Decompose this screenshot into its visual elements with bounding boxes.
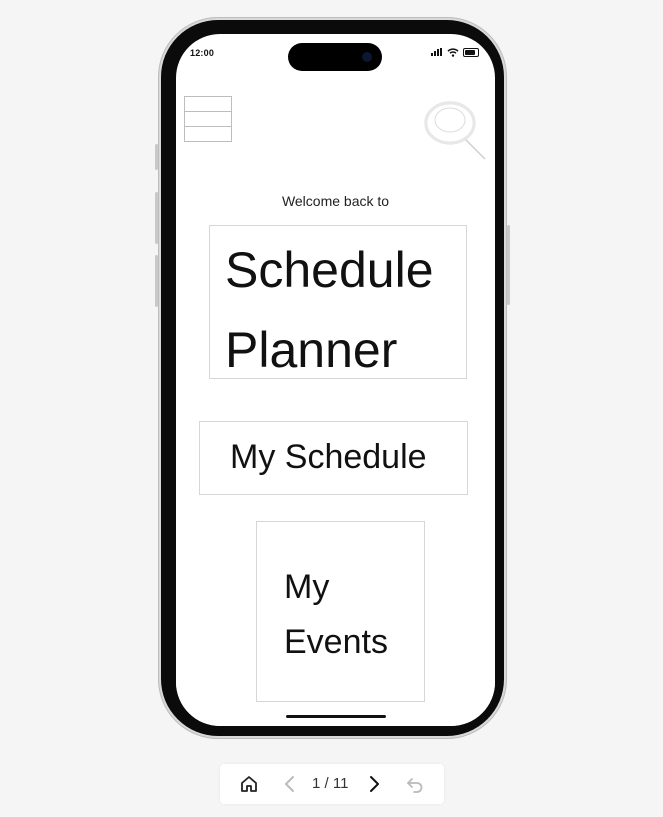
dynamic-island: [288, 43, 382, 71]
page-counter: 1 / 11: [312, 775, 349, 792]
undo-icon: [407, 778, 423, 793]
previous-page-button[interactable]: [278, 772, 302, 796]
welcome-text: Welcome back to: [281, 193, 390, 209]
undo-button[interactable]: [403, 772, 427, 796]
camera-icon: [362, 52, 372, 62]
my-schedule-label: My Schedule: [230, 438, 427, 476]
menu-icon[interactable]: [184, 96, 232, 142]
app-title-line2: Planner: [225, 322, 398, 378]
next-page-button[interactable]: [362, 772, 386, 796]
chevron-left-icon: [285, 776, 294, 792]
wifi-icon: [447, 47, 459, 57]
power-button: [507, 225, 510, 305]
my-events-label: My Events: [284, 560, 388, 670]
home-indicator[interactable]: [286, 715, 386, 718]
phone-bezel: 12:00 Welcome back to Schedule Planner M…: [161, 20, 504, 736]
signal-icon: [431, 48, 443, 56]
app-title-line1: Schedule: [225, 242, 434, 298]
phone-frame: 12:00 Welcome back to Schedule Planner M…: [155, 17, 510, 739]
volume-up-button: [155, 192, 158, 244]
status-icons: [431, 46, 479, 58]
my-events-line2: Events: [284, 623, 388, 661]
prototype-pager: 1 / 11: [220, 764, 444, 804]
mute-switch: [155, 144, 158, 170]
app-content: Welcome back to Schedule Planner My Sche…: [176, 90, 495, 726]
my-schedule-button[interactable]: My Schedule: [199, 421, 468, 495]
my-events-line1: My: [284, 568, 330, 606]
battery-icon: [463, 47, 479, 57]
phone-screen: 12:00 Welcome back to Schedule Planner M…: [176, 34, 495, 726]
volume-down-button: [155, 255, 158, 307]
status-time: 12:00: [190, 48, 215, 58]
home-button[interactable]: [237, 772, 261, 796]
home-icon: [241, 776, 257, 792]
app-title-box: Schedule Planner: [209, 225, 467, 379]
search-icon[interactable]: [422, 100, 486, 160]
app-title: Schedule Planner: [225, 230, 434, 390]
chevron-right-icon: [370, 776, 379, 792]
my-events-button[interactable]: My Events: [256, 521, 425, 702]
